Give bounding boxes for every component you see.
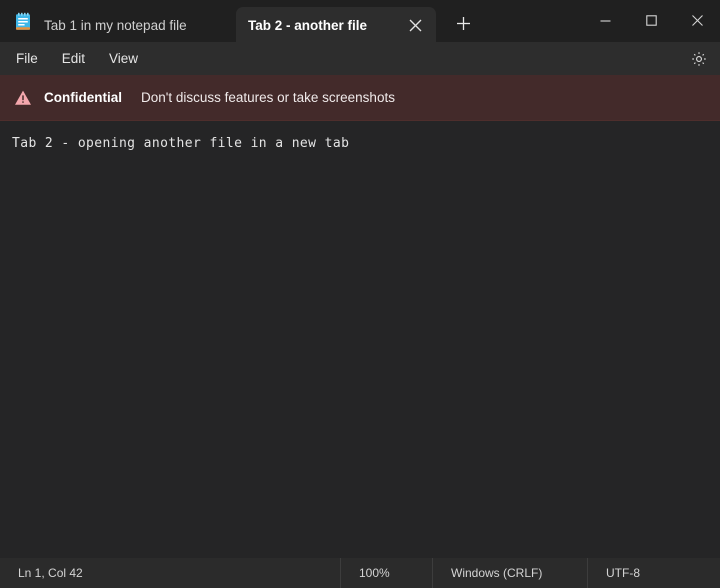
close-icon[interactable] — [674, 0, 720, 40]
editor-text: Tab 2 - opening another file in a new ta… — [12, 135, 708, 153]
minimize-icon[interactable] — [582, 0, 628, 40]
maximize-icon[interactable] — [628, 0, 674, 40]
tab-2-title: Tab 2 - another file — [248, 18, 367, 33]
tab-2[interactable]: Tab 2 - another file — [236, 7, 436, 43]
banner-message: Don't discuss features or take screensho… — [141, 90, 395, 105]
status-zoom-level[interactable]: 100% — [340, 558, 432, 588]
confidential-banner: Confidential Don't discuss features or t… — [0, 75, 720, 121]
menu-item-file[interactable]: File — [6, 47, 48, 70]
status-cursor-position[interactable]: Ln 1, Col 42 — [0, 558, 340, 588]
status-bar: Ln 1, Col 42 100% Windows (CRLF) UTF-8 — [0, 558, 720, 588]
titlebar: Tab 1 in my notepad file Tab 2 - another… — [0, 0, 720, 42]
tab-1[interactable]: Tab 1 in my notepad file — [44, 7, 236, 43]
warning-triangle-icon — [14, 89, 32, 107]
tab-strip: Tab 1 in my notepad file Tab 2 - another… — [0, 0, 478, 42]
menu-item-edit[interactable]: Edit — [52, 47, 95, 70]
banner-label: Confidential — [44, 90, 122, 105]
status-line-ending[interactable]: Windows (CRLF) — [432, 558, 587, 588]
menu-item-view[interactable]: View — [99, 47, 148, 70]
tab-1-title: Tab 1 in my notepad file — [44, 18, 187, 33]
gear-icon[interactable] — [686, 46, 712, 72]
close-icon[interactable] — [402, 12, 428, 38]
text-editor[interactable]: Tab 2 - opening another file in a new ta… — [0, 121, 720, 558]
menu-bar: File Edit View — [0, 42, 720, 75]
notepad-window: Tab 1 in my notepad file Tab 2 - another… — [0, 0, 720, 588]
status-encoding[interactable]: UTF-8 — [587, 558, 720, 588]
notepad-icon — [13, 12, 33, 32]
plus-icon[interactable] — [448, 8, 478, 38]
window-controls — [582, 0, 720, 40]
